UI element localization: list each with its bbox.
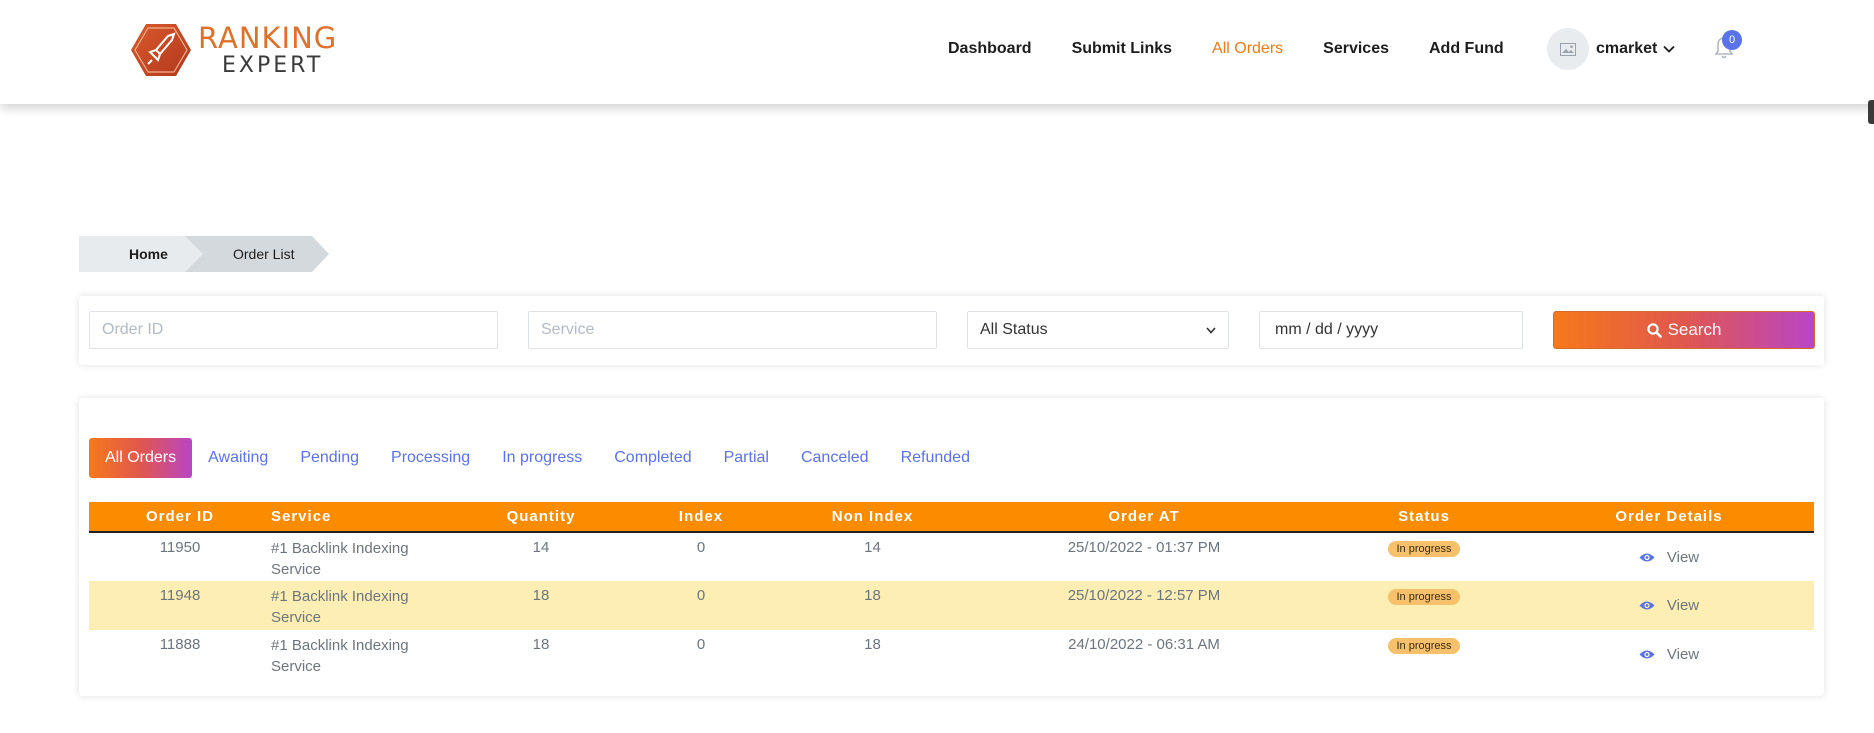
main-nav: Dashboard Submit Links All Orders Servic… — [948, 40, 1544, 58]
brand-line1: RANKING — [198, 20, 338, 55]
tab-in-progress[interactable]: In progress — [502, 449, 582, 467]
view-order-label: View — [1666, 549, 1700, 566]
tab-all-orders[interactable]: All Orders — [89, 438, 193, 478]
column-header-order-at[interactable]: Order AT — [964, 502, 1324, 533]
service-input[interactable]: Service — [528, 311, 937, 349]
chevron-down-icon — [1206, 326, 1216, 334]
column-header-quantity[interactable]: Quantity — [461, 502, 621, 533]
cell-order-at: 24/10/2022 - 06:31 AM — [1068, 636, 1220, 653]
brand-line2: EXPERT — [222, 52, 324, 78]
nav-all-orders[interactable]: All Orders — [1212, 40, 1283, 58]
top-header: RANKING EXPERT Dashboard Submit Links Al… — [0, 0, 1874, 104]
nav-services[interactable]: Services — [1323, 40, 1389, 58]
cell-quantity: 18 — [532, 587, 550, 604]
column-header-status[interactable]: Status — [1324, 502, 1524, 533]
notification-count-badge[interactable]: 0 — [1722, 30, 1742, 50]
tab-processing[interactable]: Processing — [391, 449, 470, 467]
tab-canceled[interactable]: Canceled — [801, 449, 869, 467]
eye-icon — [1639, 601, 1655, 610]
cell-order-id: 11888 — [159, 636, 201, 653]
breadcrumb-current: Order List — [185, 236, 329, 272]
cell-status: In progress — [1324, 581, 1524, 630]
filter-panel: Order ID Service All Status mm / dd / yy… — [79, 296, 1824, 365]
cell-non-index: 18 — [864, 636, 881, 653]
order-id-input[interactable]: Order ID — [89, 311, 498, 349]
chevron-down-icon[interactable] — [1663, 45, 1676, 53]
column-header-order-details[interactable]: Order Details — [1524, 502, 1814, 533]
tab-refunded[interactable]: Refunded — [901, 449, 970, 467]
eye-icon — [1639, 553, 1655, 562]
search-button[interactable]: Search — [1553, 311, 1815, 349]
cell-status: In progress — [1324, 630, 1524, 679]
nav-submit-links[interactable]: Submit Links — [1072, 40, 1172, 58]
cell-status: In progress — [1324, 532, 1524, 581]
status-select[interactable]: All Status — [967, 311, 1229, 349]
cell-index: 0 — [696, 539, 706, 556]
view-order-link[interactable]: View — [1639, 646, 1699, 663]
view-order-link[interactable]: View — [1639, 549, 1699, 566]
cell-order-details: View — [1524, 581, 1814, 630]
cell-order-details: View — [1524, 532, 1814, 581]
breadcrumb-home[interactable]: Home — [79, 236, 203, 272]
cell-non-index: 14 — [864, 539, 881, 556]
tab-partial[interactable]: Partial — [724, 449, 769, 467]
table-header-row: Order ID Service Quantity Index Non Inde… — [89, 502, 1814, 533]
column-header-non-index[interactable]: Non Index — [781, 502, 964, 533]
nav-add-fund[interactable]: Add Fund — [1429, 40, 1504, 58]
avatar[interactable] — [1547, 28, 1589, 70]
column-header-service[interactable]: Service — [271, 502, 461, 533]
orders-table: Order ID Service Quantity Index Non Inde… — [89, 502, 1814, 679]
table-row: 11950 #1 Backlink Indexing Service 14 0 … — [89, 532, 1814, 581]
cell-order-details: View — [1524, 630, 1814, 679]
column-header-order-id[interactable]: Order ID — [89, 502, 271, 533]
cell-service: #1 Backlink Indexing Service — [271, 588, 409, 626]
status-badge: In progress — [1388, 541, 1460, 557]
brand-logo[interactable]: RANKING EXPERT — [130, 22, 340, 78]
breadcrumb: Home Order List — [79, 236, 329, 272]
view-order-link[interactable]: View — [1639, 597, 1699, 614]
tab-completed[interactable]: Completed — [614, 449, 691, 467]
eye-icon — [1639, 650, 1655, 659]
cell-service: #1 Backlink Indexing Service — [271, 540, 409, 578]
cell-quantity: 14 — [532, 539, 550, 556]
nav-dashboard[interactable]: Dashboard — [948, 40, 1032, 58]
cell-index: 0 — [696, 587, 706, 604]
status-badge: In progress — [1388, 638, 1460, 654]
cell-quantity: 18 — [532, 636, 550, 653]
cell-order-id: 11948 — [159, 587, 201, 604]
scrollbar-thumb[interactable] — [1868, 100, 1874, 124]
user-menu[interactable]: cmarket — [1547, 28, 1676, 70]
orders-panel: All Orders Awaiting Pending Processing I… — [79, 398, 1824, 696]
cell-order-id: 11950 — [159, 539, 201, 556]
search-icon — [1646, 322, 1662, 338]
cell-service: #1 Backlink Indexing Service — [271, 637, 409, 675]
status-tabs: All Orders Awaiting Pending Processing I… — [89, 438, 1002, 478]
status-select-value: All Status — [980, 321, 1048, 338]
cell-index: 0 — [696, 636, 706, 653]
tab-pending[interactable]: Pending — [300, 449, 359, 467]
user-name[interactable]: cmarket — [1596, 40, 1657, 58]
date-input[interactable]: mm / dd / yyyy — [1259, 311, 1523, 349]
tab-awaiting[interactable]: Awaiting — [208, 449, 268, 467]
search-button-label: Search — [1667, 320, 1722, 339]
rocket-logo-icon — [130, 22, 192, 78]
cell-order-at: 25/10/2022 - 01:37 PM — [1067, 539, 1221, 556]
view-order-label: View — [1666, 646, 1700, 663]
view-order-label: View — [1666, 597, 1700, 614]
table-row: 11948 #1 Backlink Indexing Service 18 0 … — [89, 581, 1814, 630]
cell-order-at: 25/10/2022 - 12:57 PM — [1067, 587, 1221, 604]
cell-non-index: 18 — [864, 587, 881, 604]
table-row: 11888 #1 Backlink Indexing Service 18 0 … — [89, 630, 1814, 679]
image-placeholder-icon — [1560, 42, 1576, 56]
status-badge: In progress — [1388, 589, 1460, 605]
column-header-index[interactable]: Index — [621, 502, 781, 533]
